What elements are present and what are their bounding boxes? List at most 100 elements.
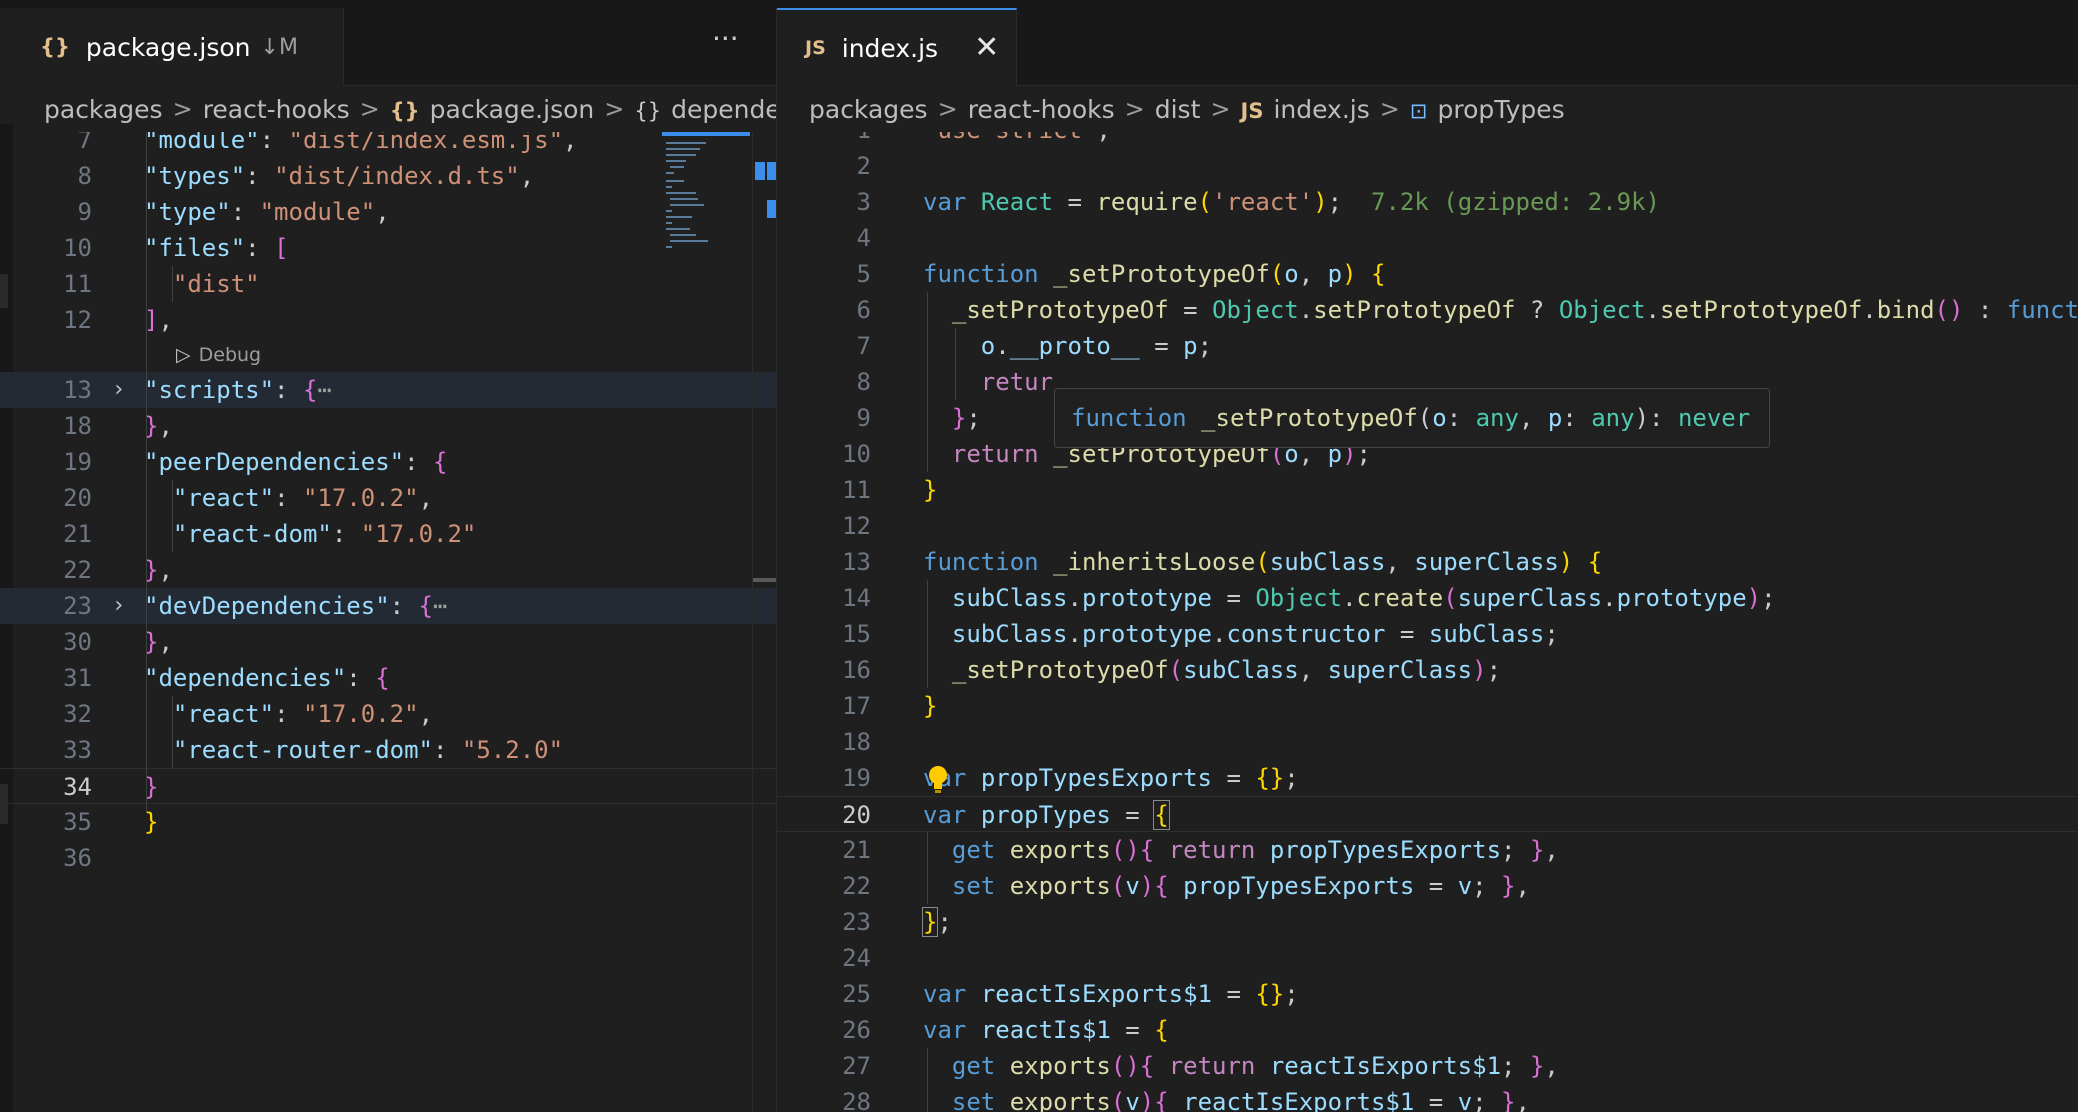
code-editor-package-json[interactable]: 7 "module": "dist/index.esm.js", 8 "types":… — [0, 132, 776, 1112]
code-text: } — [923, 476, 938, 504]
code-line[interactable]: 20 "react": "17.0.2", — [0, 480, 776, 516]
line-number: 20 — [842, 801, 871, 829]
code-line[interactable]: 22 set exports(v){ propTypesExports = v;… — [777, 868, 2078, 904]
code-line[interactable]: 12 — [777, 508, 2078, 544]
play-icon: ▷ — [176, 344, 191, 366]
code-editor-index-js[interactable]: 1'use strict'; 2 3var React = require('rea… — [777, 132, 2078, 1112]
breadcrumb-label: dependencies — [671, 94, 776, 124]
code-text: var propTypes = { — [923, 800, 1170, 830]
breadcrumb-item[interactable]: ⊡ propTypes — [1410, 95, 1565, 124]
line-number: 34 — [63, 773, 92, 801]
vertical-scrollbar[interactable] — [752, 132, 776, 1112]
breadcrumb-item[interactable]: react-hooks — [203, 95, 350, 124]
code-line[interactable]: 20 var propTypes = { — [777, 796, 2078, 832]
code-line[interactable]: 22}, — [0, 552, 776, 588]
lightbulb-icon[interactable] — [926, 764, 950, 794]
code-line[interactable]: 11 "dist" — [0, 266, 776, 302]
breadcrumb-item[interactable]: react-hooks — [968, 95, 1115, 124]
line-number: 9 — [77, 198, 92, 226]
fold-chevron-icon[interactable]: › — [112, 372, 132, 408]
code-line[interactable]: 15 subClass.prototype.constructor = subC… — [777, 616, 2078, 652]
code-line[interactable]: 30}, — [0, 624, 776, 660]
code-line[interactable]: 4 — [777, 220, 2078, 256]
line-number: 28 — [842, 1088, 871, 1112]
code-line[interactable]: 24 — [777, 940, 2078, 976]
code-line[interactable]: 18}, — [0, 408, 776, 444]
code-line[interactable]: 3 var React = require('react'); 7.2k (gzi… — [777, 184, 2078, 220]
code-line[interactable]: 23 › "devDependencies": {⋯ — [0, 588, 776, 624]
codelens-label: Debug — [198, 344, 262, 366]
code-text: set exports(v){ reactIsExports$1 = v; }, — [951, 1088, 1530, 1112]
line-number: 11 — [842, 476, 871, 504]
code-line[interactable]: 14 subClass.prototype = Object.create(su… — [777, 580, 2078, 616]
javascript-file-icon: JS — [1240, 98, 1264, 123]
code-line[interactable]: 19 var propTypesExports = {}; — [777, 760, 2078, 796]
code-line[interactable]: 19 "peerDependencies": { — [0, 444, 776, 480]
code-line[interactable]: 32 "react": "17.0.2", — [0, 696, 776, 732]
code-line[interactable]: 35} — [0, 804, 776, 840]
code-line[interactable]: 13 › "scripts": {⋯ — [0, 372, 776, 408]
tab-package-json[interactable]: {} package.json ↓M — [0, 8, 344, 86]
breadcrumb-item[interactable]: {} dependencies — [634, 95, 776, 124]
code-line[interactable]: 28 set exports(v){ reactIsExports$1 = v;… — [777, 1084, 2078, 1112]
code-line[interactable]: 25 var reactIsExports$1 = {}; — [777, 976, 2078, 1012]
line-number: 3 — [856, 188, 871, 216]
breadcrumb-item[interactable]: packages — [44, 95, 163, 124]
code-line[interactable]: 7 o.__proto__ = p; — [777, 328, 2078, 364]
code-line[interactable]: 18 — [777, 724, 2078, 760]
breadcrumb-item[interactable]: dist — [1155, 95, 1201, 124]
line-number: 32 — [63, 700, 92, 728]
code-line[interactable]: 36 — [0, 840, 776, 876]
line-number: 14 — [842, 584, 871, 612]
git-status-badge: ↓M — [260, 34, 298, 60]
code-line[interactable]: 33 "react-router-dom": "5.2.0" — [0, 732, 776, 768]
json-object-icon: {} — [389, 98, 420, 123]
code-line[interactable]: 23}; — [777, 904, 2078, 940]
code-line[interactable]: 8 "types": "dist/index.d.ts", — [0, 158, 776, 194]
code-line[interactable]: 1 'use strict'; — [777, 132, 2078, 148]
line-number: 10 — [63, 234, 92, 262]
code-text: _setPrototypeOf = Object.setPrototypeOf … — [951, 296, 2078, 324]
code-line[interactable]: 26 var reactIs$1 = { — [777, 1012, 2078, 1048]
code-line[interactable]: 2 — [777, 148, 2078, 184]
fold-chevron-icon[interactable]: › — [112, 588, 132, 624]
breadcrumb-label: propTypes — [1437, 94, 1565, 124]
code-line[interactable]: 6 _setPrototypeOf = Object.setPrototypeO… — [777, 292, 2078, 328]
codelens-debug[interactable]: ▷ Debug — [176, 340, 261, 370]
symbol-variable-icon: ⊡ — [1409, 98, 1428, 123]
indent-guide — [927, 832, 928, 904]
code-line[interactable]: 11} — [777, 472, 2078, 508]
line-number: 26 — [842, 1016, 871, 1044]
breadcrumb-item[interactable]: JS index.js — [1241, 95, 1370, 124]
line-number: 2 — [856, 152, 871, 180]
indent-guide — [172, 696, 173, 768]
close-tab-icon[interactable]: ✕ — [974, 33, 999, 63]
breadcrumb-item[interactable]: packages — [809, 95, 928, 124]
minimap[interactable] — [662, 132, 752, 262]
tab-label: package.json — [85, 32, 251, 62]
code-line[interactable]: 13 function _inheritsLoose(subClass, supe… — [777, 544, 2078, 580]
code-line[interactable]: 10 "files": [ — [0, 230, 776, 266]
code-line[interactable]: 31 "dependencies": { — [0, 660, 776, 696]
code-line[interactable]: 7 "module": "dist/index.esm.js", — [0, 132, 776, 158]
tab-index-js[interactable]: JS index.js ✕ — [777, 8, 1017, 86]
line-number: 20 — [63, 484, 92, 512]
code-line[interactable]: 9 "type": "module", — [0, 194, 776, 230]
code-line[interactable]: 16 _setPrototypeOf(subClass, superClass)… — [777, 652, 2078, 688]
code-line[interactable]: 27 get exports(){ return reactIsExports$… — [777, 1048, 2078, 1084]
code-line[interactable]: 21 get exports(){ return propTypesExport… — [777, 832, 2078, 868]
line-number: 19 — [842, 764, 871, 792]
code-line[interactable]: 12], — [0, 302, 776, 338]
left-tab-bar: {} package.json ↓M ··· — [0, 8, 776, 86]
line-number: 22 — [842, 872, 871, 900]
code-line[interactable]: 21 "react-dom": "17.0.2" — [0, 516, 776, 552]
indent-guide — [172, 480, 173, 552]
breadcrumb-label: react-hooks — [967, 94, 1115, 124]
code-line[interactable]: 34} — [0, 768, 776, 804]
code-text: var propTypesExports = {}; — [923, 764, 1299, 792]
code-line[interactable]: 5 function _setPrototypeOf(o, p) { — [777, 256, 2078, 292]
breadcrumb-item[interactable]: {} package.json — [390, 95, 595, 124]
code-line[interactable]: 17} — [777, 688, 2078, 724]
more-actions-button[interactable]: ··· — [712, 22, 739, 55]
code-text: subClass.prototype.constructor = subClas… — [951, 620, 1559, 648]
